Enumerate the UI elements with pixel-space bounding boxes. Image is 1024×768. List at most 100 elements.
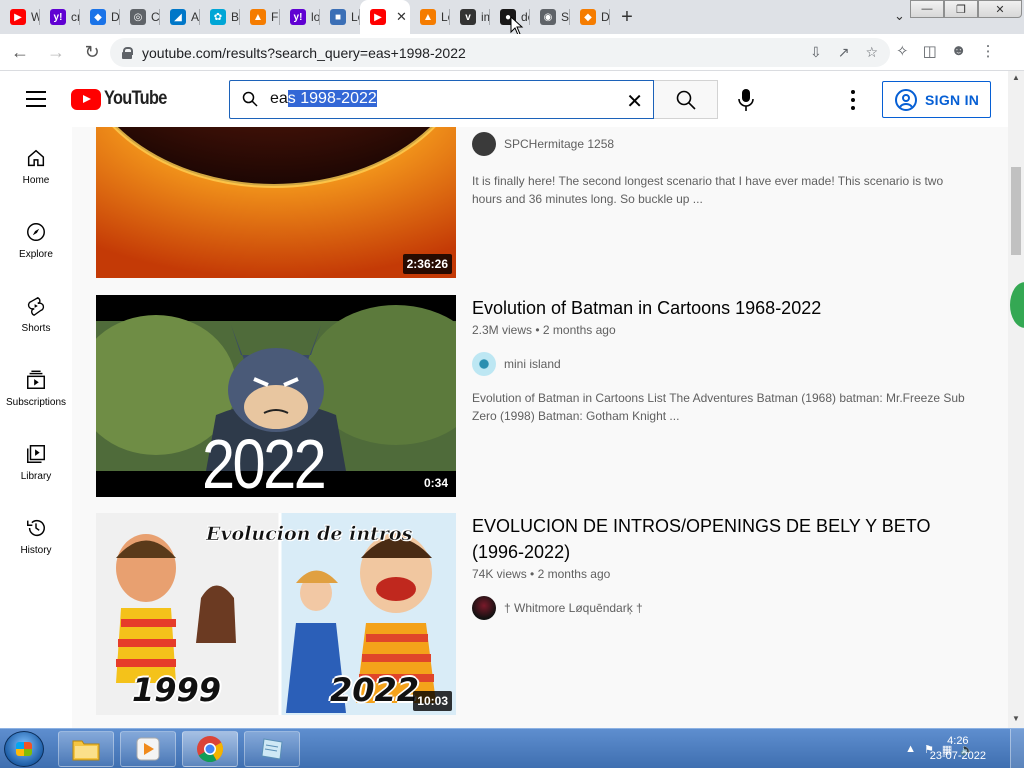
page-scrollbar[interactable]: ▲ ▼: [1008, 71, 1024, 728]
address-bar[interactable]: youtube.com/results?search_query=eas+199…: [110, 38, 890, 67]
video-thumbnail[interactable]: Evolucion de intros 1999 2022 10:03: [96, 513, 456, 715]
channel-link[interactable]: SPCHermitage 1258: [472, 132, 614, 156]
view-count: 74K views: [472, 567, 527, 581]
tab-search-chevron-icon[interactable]: ⌄: [894, 8, 905, 24]
tab-title: im: [481, 10, 490, 24]
video-thumbnail[interactable]: 2022 0:34: [96, 295, 456, 497]
browser-tab[interactable]: ◆ De: [570, 0, 610, 34]
browser-tab[interactable]: ▶ Wi: [0, 0, 40, 34]
view-count: 2.3M views: [472, 323, 533, 337]
history-icon: [27, 520, 45, 537]
browser-tab-active[interactable]: ▶ ✕: [360, 0, 410, 34]
tab-title: cry: [71, 10, 80, 24]
side-panel-icon[interactable]: ◫: [923, 42, 937, 60]
youtube-logo[interactable]: YouTube: [71, 88, 177, 110]
search-query-unselected: ea: [270, 90, 288, 107]
reload-button[interactable]: ↻: [76, 36, 108, 68]
voice-search-mic-icon[interactable]: [736, 88, 756, 112]
guide-menu-icon[interactable]: [26, 91, 46, 107]
video-result[interactable]: 2022 0:34 Evolution of Batman in Cartoon…: [96, 295, 996, 497]
search-results: 2:36:26 SPCHermitage 1258 It is finally …: [72, 127, 1008, 728]
scroll-down-arrow-icon[interactable]: ▼: [1012, 714, 1020, 723]
browser-tab[interactable]: v im: [450, 0, 490, 34]
close-window-button[interactable]: ✕: [978, 0, 1022, 18]
sidebar-item-home[interactable]: Home: [0, 127, 72, 201]
forward-button[interactable]: →: [40, 36, 72, 68]
browser-tab[interactable]: ■ Lo: [320, 0, 360, 34]
search-button[interactable]: [654, 80, 718, 119]
channel-name: SPCHermitage 1258: [504, 137, 615, 151]
scroll-up-arrow-icon[interactable]: ▲: [1012, 73, 1020, 82]
tab-close-icon[interactable]: ✕: [396, 9, 407, 25]
sidebar-label-subscriptions: Subscriptions: [5, 397, 67, 408]
sidebar-item-shorts[interactable]: Shorts: [0, 275, 72, 349]
settings-more-icon[interactable]: [851, 90, 855, 110]
tab-title: lo: [311, 10, 320, 24]
browser-tab[interactable]: ◎ Cr: [120, 0, 160, 34]
minimize-button[interactable]: —: [910, 0, 944, 18]
channel-link[interactable]: † Whitmore Løquēndarķ †: [472, 596, 643, 620]
video-result[interactable]: 2:36:26 SPCHermitage 1258 It is finally …: [96, 127, 996, 278]
back-button[interactable]: ←: [4, 36, 36, 68]
tab-title: Cr: [151, 10, 160, 24]
windows-taskbar: ▲ ⚑ ▦ 🔈 4:26 23-07-2022: [0, 728, 1024, 768]
system-clock[interactable]: 4:26 23-07-2022: [930, 734, 986, 764]
browser-tab[interactable]: ◉ Sit: [530, 0, 570, 34]
tab-favicon-icon: ◉: [540, 9, 556, 25]
show-hidden-icons-icon[interactable]: ▲: [905, 743, 916, 755]
sidebar-item-library[interactable]: Library: [0, 423, 72, 497]
chrome-menu-icon[interactable]: ⋮: [981, 42, 996, 60]
search-input[interactable]: eas 1998-2022 ✕: [229, 80, 654, 119]
browser-tab[interactable]: y! lo: [280, 0, 320, 34]
mouse-cursor-icon: [510, 16, 524, 36]
home-icon: [27, 149, 45, 167]
thumbnail-overlay-year: 2022: [202, 425, 327, 497]
browser-tab[interactable]: ✿ Bu: [200, 0, 240, 34]
taskbar-notepad[interactable]: [244, 731, 300, 767]
channel-avatar: [472, 596, 496, 620]
browser-tab[interactable]: y! cry: [40, 0, 80, 34]
install-app-icon[interactable]: ⇩: [810, 44, 822, 61]
video-title[interactable]: Evolution of Batman in Cartoons 1968-202…: [472, 295, 972, 321]
sidebar-item-explore[interactable]: Explore: [0, 201, 72, 275]
show-desktop-button[interactable]: [1010, 729, 1024, 768]
profile-avatar-icon[interactable]: ☻: [951, 42, 967, 60]
browser-toolbar: ← → ↻ youtube.com/results?search_query=e…: [0, 34, 1024, 71]
sidebar-item-history[interactable]: History: [0, 497, 72, 571]
share-icon[interactable]: ↗: [838, 44, 850, 61]
extensions-puzzle-icon[interactable]: ✧: [896, 42, 909, 60]
video-metadata: 74K views • 2 months ago: [472, 567, 610, 581]
browser-tab[interactable]: ▲ Lo: [410, 0, 450, 34]
taskbar-media-player[interactable]: [120, 731, 176, 767]
tab-favicon-icon: ✿: [210, 9, 226, 25]
sidebar-label-library: Library: [20, 471, 52, 482]
search-button-icon: [676, 90, 696, 110]
sidebar-item-subscriptions[interactable]: Subscriptions: [0, 349, 72, 423]
video-thumbnail[interactable]: 2:36:26: [96, 127, 456, 278]
lock-icon: [122, 46, 133, 59]
chrome-icon: [197, 736, 224, 763]
tab-favicon-icon: ▶: [370, 9, 386, 25]
tab-title: De: [601, 10, 610, 24]
clear-search-icon[interactable]: ✕: [626, 89, 643, 114]
taskbar-chrome[interactable]: [182, 731, 238, 767]
sign-in-button[interactable]: SIGN IN: [882, 81, 991, 118]
sign-in-label: SIGN IN: [925, 91, 980, 108]
tab-favicon-icon: ◆: [580, 9, 596, 25]
tab-favicon-icon: v: [460, 9, 476, 25]
logo-text: YouTube: [104, 88, 167, 109]
maximize-button[interactable]: ❐: [944, 0, 978, 18]
tab-favicon-icon: ◆: [90, 9, 106, 25]
search-query-selection: s 1998-2022: [287, 90, 377, 107]
taskbar-explorer[interactable]: [58, 731, 114, 767]
browser-tab[interactable]: ◢ As: [160, 0, 200, 34]
bookmark-star-icon[interactable]: ☆: [865, 44, 878, 61]
video-title[interactable]: EVOLUCION DE INTROS/OPENINGS DE BELY Y B…: [472, 513, 972, 565]
browser-tab[interactable]: ◆ Dc: [80, 0, 120, 34]
scrollbar-thumb[interactable]: [1011, 167, 1021, 255]
video-result[interactable]: Evolucion de intros 1999 2022 10:03 EVOL…: [96, 513, 996, 715]
browser-tab[interactable]: ▲ Fre: [240, 0, 280, 34]
channel-link[interactable]: mini island: [472, 352, 561, 376]
start-button[interactable]: [4, 731, 44, 767]
new-tab-button[interactable]: +: [610, 0, 644, 34]
